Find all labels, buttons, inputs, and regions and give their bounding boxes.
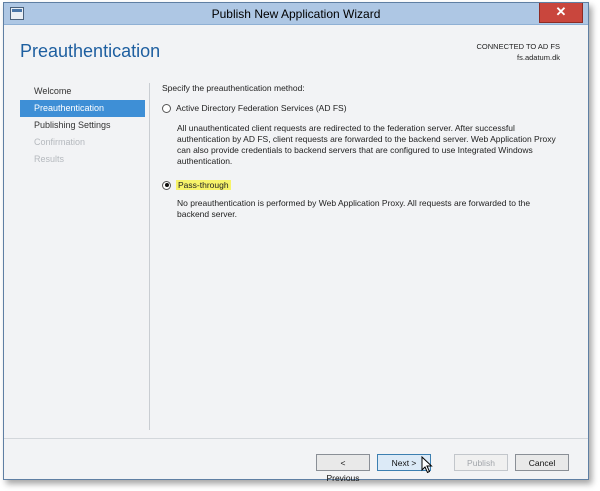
adfs-option-label[interactable]: Active Directory Federation Services (AD…	[176, 103, 347, 113]
pass-through-description-line: No preauthentication is performed by Web…	[177, 198, 531, 208]
window-title: Publish New Application Wizard	[211, 7, 381, 21]
previous-button[interactable]: < Previous	[316, 454, 370, 483]
pass-through-description: No preauthentication is performed by Web…	[177, 198, 557, 220]
adfs-description-line: All unauthenticated client requests are …	[177, 123, 515, 133]
preauth-prompt: Specify the preauthentication method:	[162, 83, 305, 93]
adfs-description-line: authentication by AD FS, client requests…	[177, 134, 556, 144]
nav-divider	[149, 83, 150, 430]
cancel-button[interactable]: Cancel	[515, 454, 569, 471]
adfs-option[interactable]: Active Directory Federation Services (AD…	[162, 103, 347, 113]
nav-item-confirmation: Confirmation	[34, 137, 86, 147]
footer-separator	[4, 438, 588, 439]
mouse-pointer-icon	[421, 456, 433, 474]
connection-server: fs.adatum.dk	[517, 53, 560, 62]
nav-item-welcome[interactable]: Welcome	[20, 83, 145, 100]
wizard-steps-nav: Welcome Preauthentication Publishing Set…	[20, 83, 145, 168]
nav-item-results: Results	[34, 154, 65, 164]
page-title: Preauthentication	[20, 41, 161, 61]
title-bar[interactable]: Publish New Application Wizard ✕	[4, 3, 588, 25]
pass-through-description-line: backend server.	[177, 209, 238, 219]
pass-through-radio[interactable]	[162, 180, 171, 190]
close-button[interactable]: ✕	[539, 3, 583, 23]
connection-status: CONNECTED TO AD FS fs.adatum.dk	[477, 41, 561, 63]
pass-through-option[interactable]: Pass-through	[162, 180, 231, 190]
publish-button: Publish	[454, 454, 508, 471]
connection-label: CONNECTED TO AD FS	[476, 42, 561, 51]
adfs-description: All unauthenticated client requests are …	[177, 123, 557, 167]
adfs-radio[interactable]	[162, 103, 171, 113]
nav-item-preauthentication[interactable]: Preauthentication	[20, 100, 145, 117]
adfs-description-line: authentication.	[177, 156, 233, 166]
adfs-description-line: can also provide credentials to backend …	[177, 145, 533, 155]
pass-through-option-label[interactable]: Pass-through	[176, 180, 231, 190]
nav-item-publishing-settings[interactable]: Publishing Settings	[20, 117, 145, 134]
wizard-window: Publish New Application Wizard ✕ Preauth…	[3, 2, 589, 483]
